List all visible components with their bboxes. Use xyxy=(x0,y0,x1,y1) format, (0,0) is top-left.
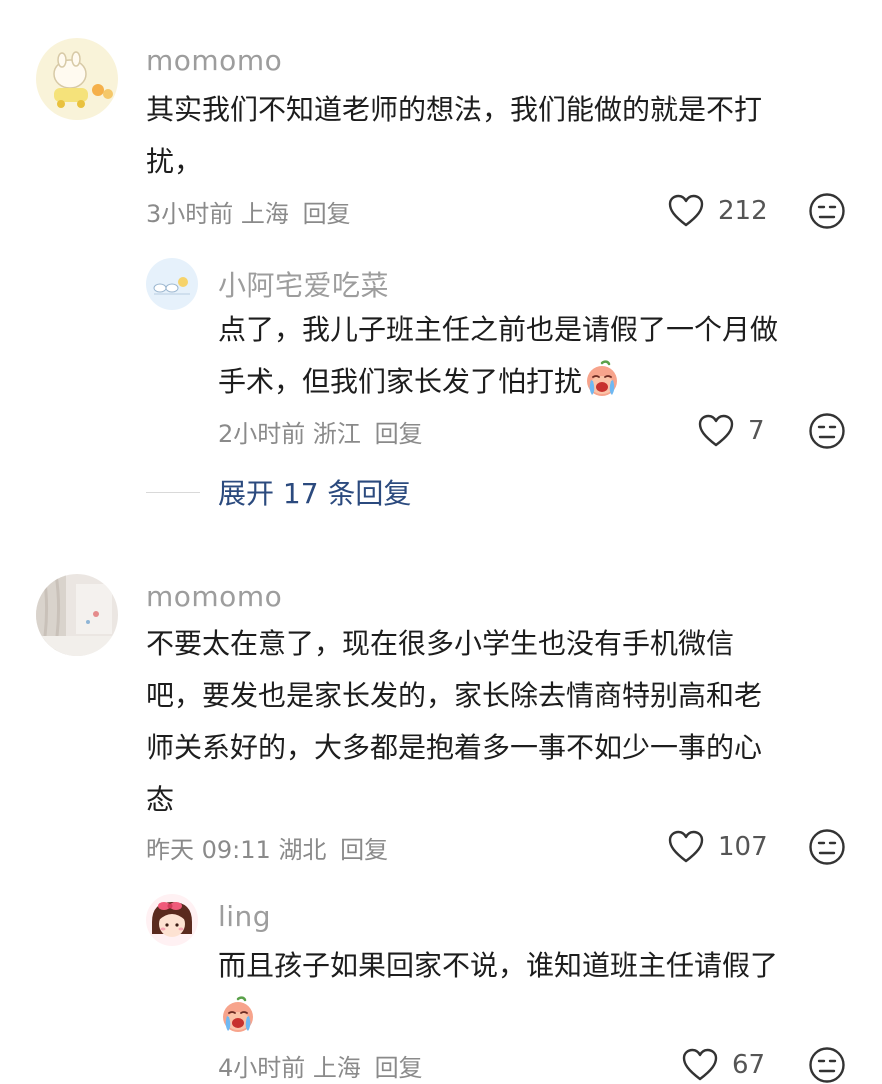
comment-username[interactable]: momomo xyxy=(146,580,282,613)
reply-time: 4小时前 xyxy=(218,1054,306,1082)
unhappy-face-icon[interactable] xyxy=(808,1046,846,1084)
avatar[interactable] xyxy=(146,258,198,310)
comment-username[interactable]: momomo xyxy=(146,44,282,77)
reply-time: 2小时前 xyxy=(218,420,306,448)
like-button[interactable]: 7 xyxy=(698,414,765,448)
like-count: 107 xyxy=(718,832,768,862)
unhappy-face-icon[interactable] xyxy=(808,412,846,450)
unhappy-face-icon[interactable] xyxy=(808,192,846,230)
reply-text: 而且孩子如果回家不说，谁知道班主任请假了 xyxy=(218,940,778,1044)
reply-button[interactable]: 回复 xyxy=(340,836,388,864)
divider xyxy=(146,491,200,493)
like-button[interactable]: 212 xyxy=(668,194,768,228)
reply-meta: 2小时前 浙江 回复 xyxy=(218,414,423,449)
reply-location: 浙江 xyxy=(312,420,361,448)
comment-meta: 3小时前 上海 回复 xyxy=(146,194,351,229)
comment-time: 3小时前 xyxy=(146,200,234,228)
like-button[interactable]: 67 xyxy=(682,1048,765,1082)
heart-outline-icon xyxy=(698,414,734,447)
expand-replies-label[interactable]: 展开 17 条回复 xyxy=(218,472,411,512)
reply-button[interactable]: 回复 xyxy=(375,420,423,448)
comment-time: 昨天 09:11 xyxy=(146,836,271,864)
avatar[interactable] xyxy=(146,894,198,946)
reply-button[interactable]: 回复 xyxy=(375,1054,423,1082)
reply-text: 点了，我儿子班主任之前也是请假了一个月做 手术，但我们家长发了怕打扰 xyxy=(218,313,779,398)
like-count: 212 xyxy=(718,196,768,226)
like-button[interactable]: 107 xyxy=(668,830,768,864)
reply-username[interactable]: 小阿宅爱吃菜 xyxy=(218,264,389,304)
heart-outline-icon xyxy=(668,830,704,863)
reply-username[interactable]: ling xyxy=(218,900,271,933)
reply-meta: 4小时前 上海 回复 xyxy=(218,1048,423,1083)
comment-location: 上海 xyxy=(240,200,289,228)
comment-text: 其实我们不知道老师的想法，我们能做的就是不打 扰， xyxy=(146,93,763,178)
unhappy-face-icon[interactable] xyxy=(808,828,846,866)
heart-outline-icon xyxy=(668,194,704,227)
comment-text: 不要太在意了，现在很多小学生也没有手机微信 吧，要发也是家长发的，家长除去情商特… xyxy=(146,627,763,816)
like-count: 67 xyxy=(732,1050,766,1080)
reply-button[interactable]: 回复 xyxy=(303,200,351,228)
heart-outline-icon xyxy=(682,1048,718,1081)
comment-meta: 昨天 09:11 湖北 回复 xyxy=(146,830,388,865)
avatar[interactable] xyxy=(36,574,118,656)
reply-location: 上海 xyxy=(312,1054,361,1082)
comment-location: 湖北 xyxy=(278,836,327,864)
avatar[interactable] xyxy=(36,38,118,120)
like-count: 7 xyxy=(748,416,765,446)
crying-face-emoji xyxy=(587,360,618,396)
expand-replies-button[interactable]: 展开 17 条回复 xyxy=(146,472,411,512)
crying-face-emoji xyxy=(223,996,253,1032)
